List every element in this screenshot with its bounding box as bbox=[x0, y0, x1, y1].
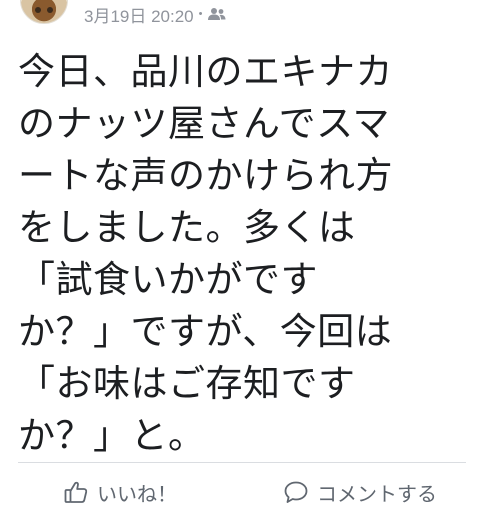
message-line: 「試食いかがです bbox=[18, 258, 318, 301]
comment-label: コメントする bbox=[317, 481, 437, 506]
message-line: 今日、品川のエキナカ bbox=[18, 50, 393, 93]
post-timestamp[interactable]: 3月19日 20:20 bbox=[84, 2, 194, 27]
post-meta: 3月19日 20:20 • bbox=[84, 2, 226, 26]
action-bar: いいね！ コメントする bbox=[0, 470, 480, 514]
meta-separator: • bbox=[198, 7, 203, 20]
comment-bubble-icon bbox=[283, 479, 309, 505]
avatar-eye-right bbox=[47, 7, 53, 13]
comment-button[interactable]: コメントする bbox=[240, 470, 480, 514]
actions-divider bbox=[18, 462, 466, 463]
message-line: か？」ですが、今回は bbox=[18, 310, 393, 353]
friends-icon[interactable] bbox=[207, 7, 226, 21]
thumbs-up-icon bbox=[63, 479, 89, 505]
avatar[interactable] bbox=[20, 0, 68, 24]
like-button[interactable]: いいね！ bbox=[0, 470, 240, 514]
message-line: 「お味はご存知です bbox=[18, 362, 356, 405]
post-card: 3月19日 20:20 • 今日、品川のエキナカ のナッツ屋さんでスマ ートな声… bbox=[0, 0, 480, 522]
message-line: か？」と。 bbox=[18, 414, 206, 457]
message-line: のナッツ屋さんでスマ bbox=[18, 102, 391, 145]
message-line: ートな声のかけられ方 bbox=[18, 154, 393, 197]
avatar-eye-left bbox=[35, 7, 41, 13]
post-message: 今日、品川のエキナカ のナッツ屋さんでスマ ートな声のかけられ方 をしました。多… bbox=[18, 46, 468, 462]
message-line: をしました。多くは bbox=[18, 206, 356, 249]
like-label: いいね！ bbox=[97, 481, 177, 506]
